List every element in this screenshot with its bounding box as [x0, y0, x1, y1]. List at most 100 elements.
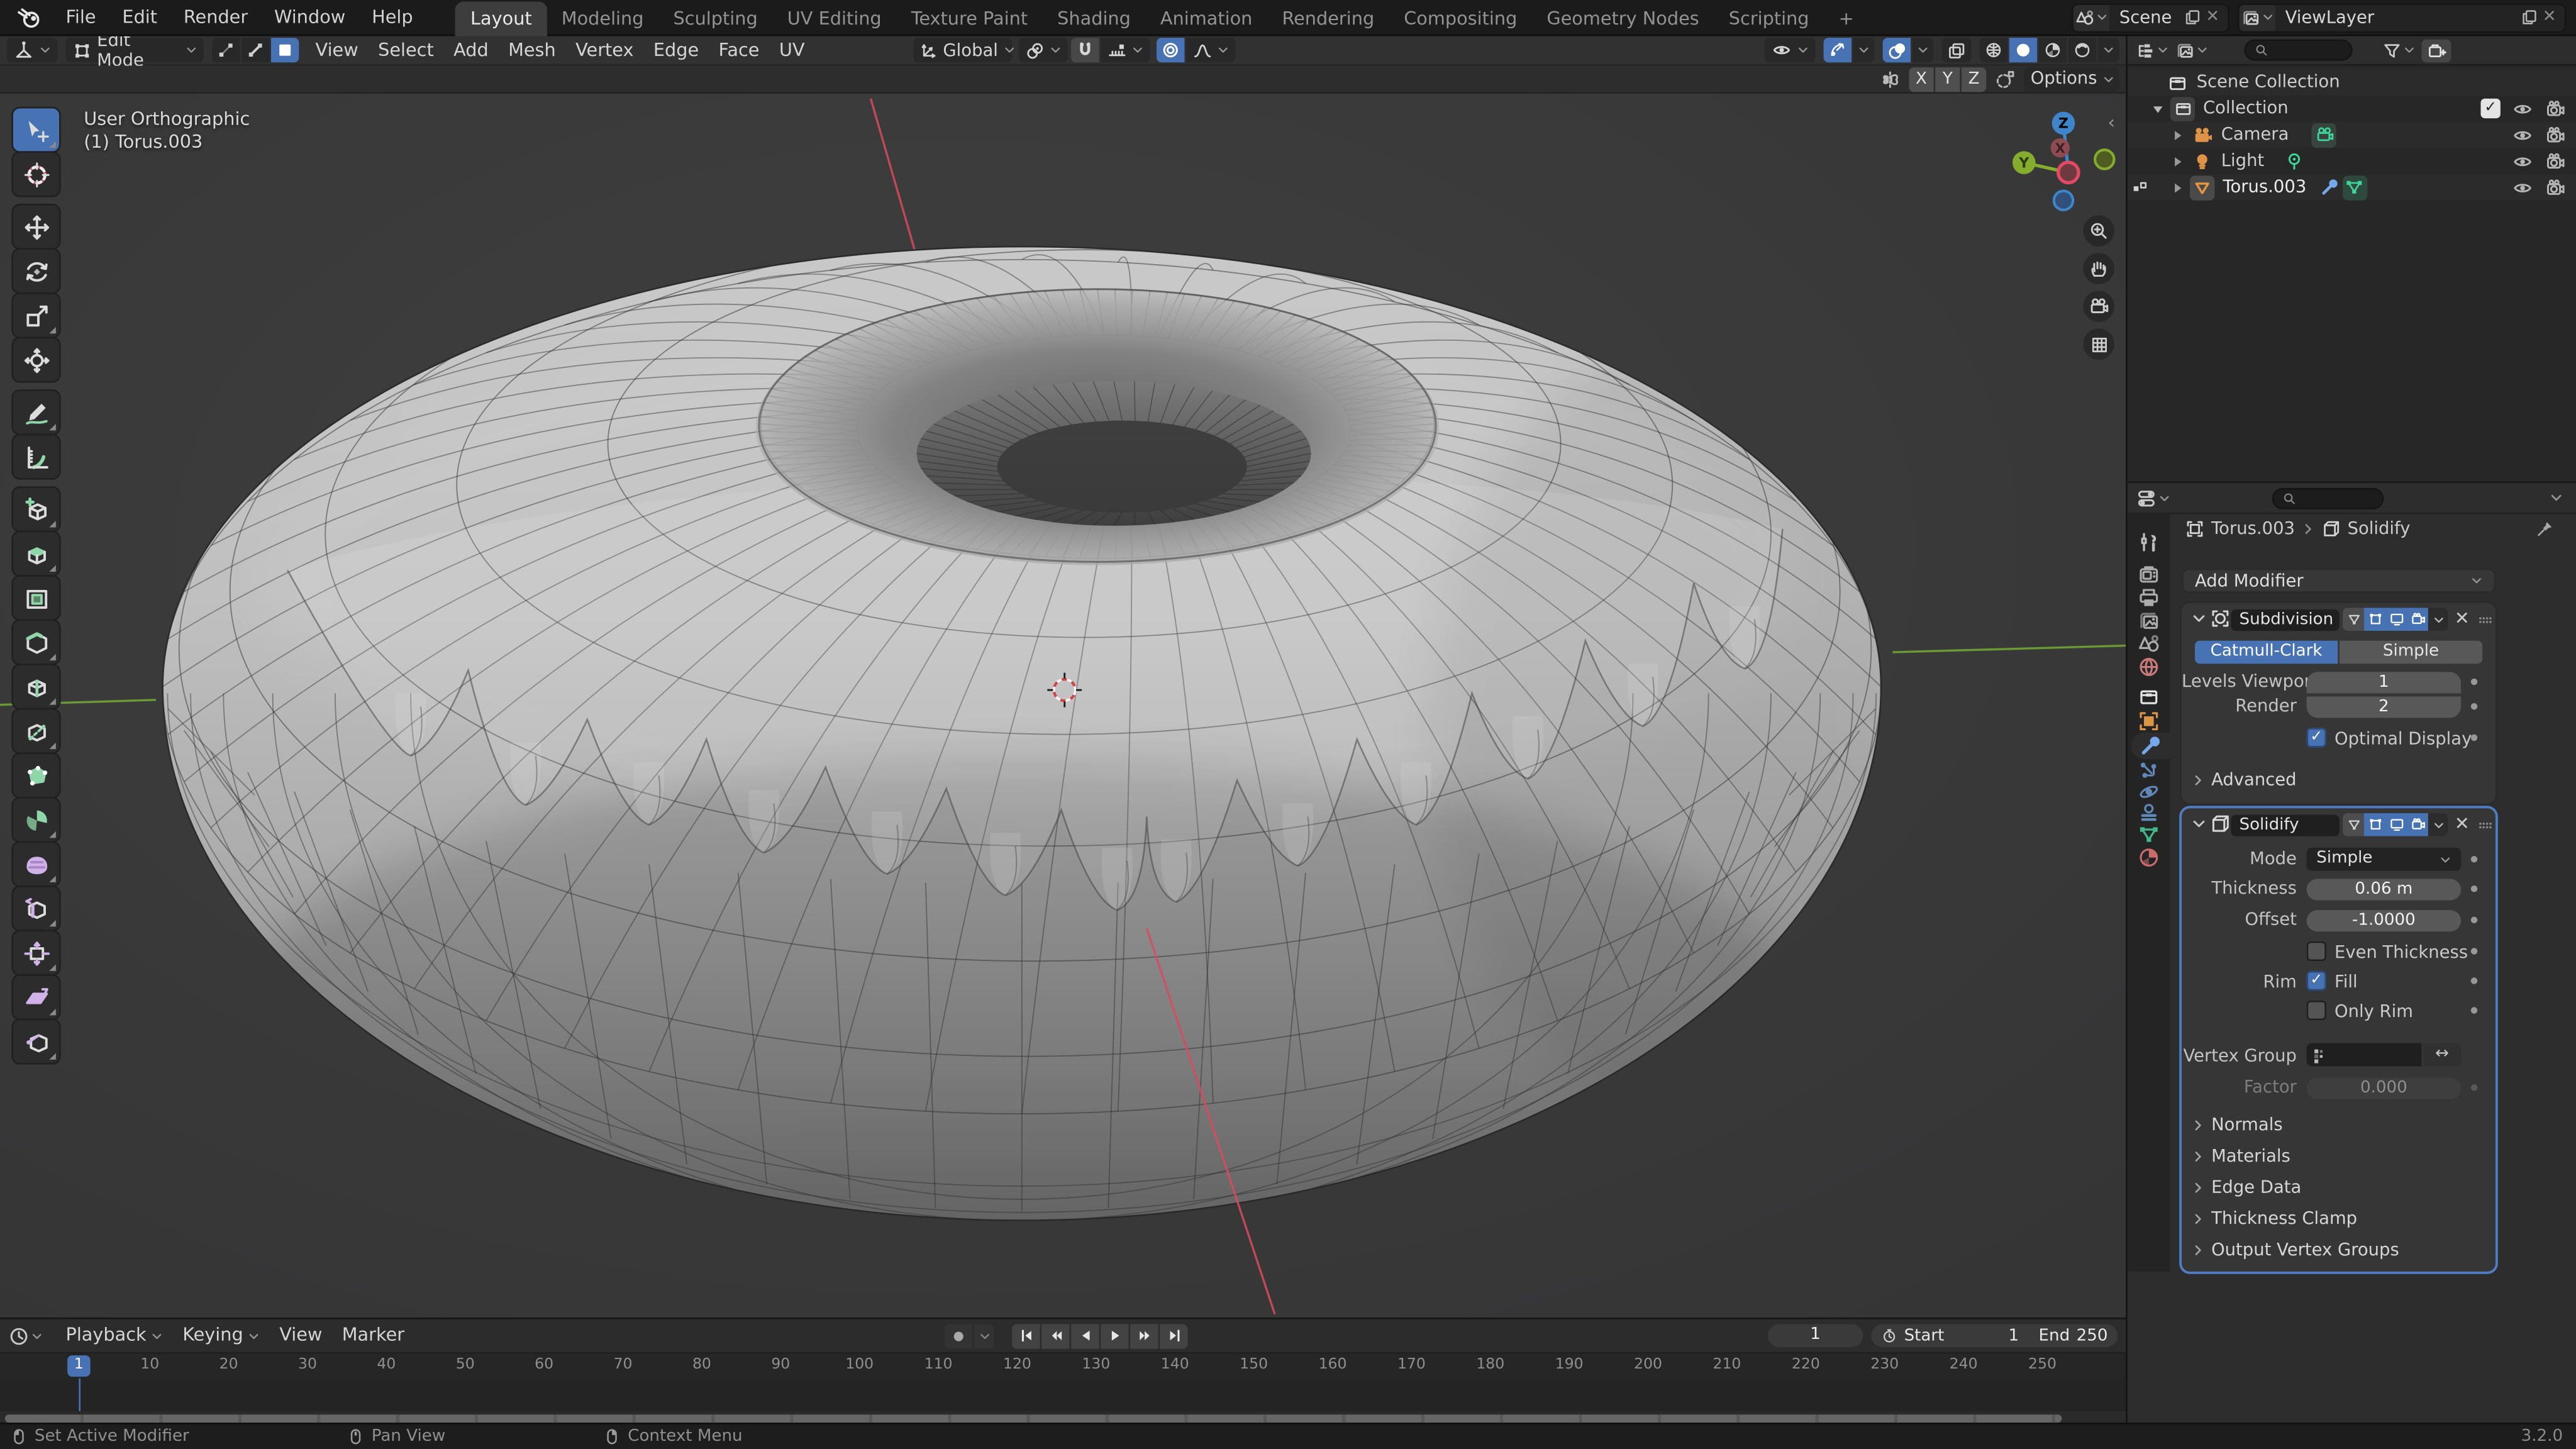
workspace-tab-scripting[interactable]: Scripting: [1714, 1, 1824, 35]
new-scene-button[interactable]: [2183, 8, 2201, 26]
disable-render-icon[interactable]: [2545, 124, 2566, 145]
proportional-edit-button[interactable]: [1157, 38, 1184, 62]
menu-help[interactable]: Help: [358, 0, 426, 35]
tool-cursor-button[interactable]: [13, 153, 59, 196]
animate-decorator[interactable]: [2471, 856, 2477, 862]
properties-tab-object[interactable]: [2128, 708, 2170, 735]
play-reverse-button[interactable]: [1071, 1323, 1099, 1348]
properties-tab-view-layer[interactable]: [2128, 608, 2170, 635]
advanced-section[interactable]: Advanced: [2192, 770, 2297, 790]
shading-wireframe-button[interactable]: [1980, 38, 2007, 62]
animate-decorator[interactable]: [2471, 703, 2477, 709]
timeline-ruler[interactable]: 1020304050607080901001101201301401501601…: [0, 1352, 2126, 1379]
solidify-section-thickness-clamp[interactable]: Thickness Clamp: [2192, 1209, 2357, 1229]
auto-keying-button[interactable]: [945, 1323, 972, 1348]
hide-viewport-icon[interactable]: [2512, 97, 2533, 119]
outliner-row-light[interactable]: Light: [2128, 148, 2576, 174]
tool-edge-slide-button[interactable]: [13, 887, 59, 930]
properties-tab-material[interactable]: [2128, 845, 2170, 871]
viewport-menu-face[interactable]: Face: [709, 35, 769, 65]
render-levels-field[interactable]: 2: [2307, 697, 2462, 718]
viewport-menu-mesh[interactable]: Mesh: [498, 35, 565, 65]
simple-subdiv-button[interactable]: Simple: [2340, 641, 2482, 664]
tool-rotate-button[interactable]: [13, 250, 59, 292]
solidify-mode-dropdown[interactable]: Simple: [2307, 848, 2462, 871]
edit-mode-toggle[interactable]: [2364, 608, 2385, 631]
disable-render-icon[interactable]: [2545, 177, 2566, 198]
realtime-toggle[interactable]: [2385, 608, 2407, 631]
pan-button[interactable]: [2083, 253, 2114, 284]
tool-smooth-button[interactable]: [13, 843, 59, 886]
breadcrumb-modifier[interactable]: Solidify: [2348, 519, 2411, 538]
timeline-menu-keying[interactable]: Keying: [173, 1321, 270, 1350]
workspace-tab-uv-editing[interactable]: UV Editing: [772, 1, 896, 35]
shading-solid-button[interactable]: [2009, 38, 2037, 62]
workspace-tab-compositing[interactable]: Compositing: [1389, 1, 1532, 35]
viewport-menu-view[interactable]: View: [306, 35, 369, 65]
animate-decorator[interactable]: [2471, 917, 2477, 923]
animate-decorator[interactable]: [2471, 1084, 2477, 1091]
animate-decorator[interactable]: [2471, 735, 2477, 741]
properties-tab-modifiers[interactable]: [2131, 733, 2170, 759]
expand-icon[interactable]: [2170, 180, 2185, 195]
modifier-extras-dropdown[interactable]: [2428, 813, 2448, 836]
tool-shear-button[interactable]: [13, 976, 59, 1019]
sidebar-collapse-arrow[interactable]: ‹: [2108, 112, 2116, 133]
solidify-section-normals[interactable]: Normals: [2192, 1116, 2283, 1135]
pin-icon[interactable]: [2535, 519, 2555, 538]
mirror-z-button[interactable]: Z: [1962, 67, 1986, 91]
viewport-menu-add[interactable]: Add: [443, 35, 498, 65]
render-toggle[interactable]: [2407, 608, 2428, 631]
unlink-scene-button[interactable]: ✕: [2206, 8, 2219, 26]
timeline-menu-view[interactable]: View: [270, 1321, 333, 1350]
outliner-search-input[interactable]: [2244, 40, 2352, 61]
camera-view-button[interactable]: [2083, 291, 2114, 322]
collapse-icon[interactable]: [2192, 816, 2207, 831]
drag-handle-icon[interactable]: [2476, 816, 2494, 835]
solidify-section-materials[interactable]: Materials: [2192, 1146, 2290, 1166]
next-keyframe-button[interactable]: [1130, 1323, 1158, 1348]
menu-file[interactable]: File: [53, 0, 109, 35]
on-cage-toggle[interactable]: [2343, 813, 2364, 836]
properties-tab-collection[interactable]: [2128, 684, 2170, 710]
playhead-line[interactable]: [78, 1379, 80, 1411]
remove-modifier-button[interactable]: ✕: [2455, 813, 2470, 836]
animate-decorator[interactable]: [2471, 977, 2477, 984]
face-select-button[interactable]: [271, 38, 299, 62]
breadcrumb-object[interactable]: Torus.003: [2211, 519, 2295, 538]
shading-material-button[interactable]: [2039, 38, 2067, 62]
outliner-filter-dropdown[interactable]: [2382, 40, 2415, 60]
zoom-button[interactable]: [2083, 215, 2114, 247]
jump-to-end-button[interactable]: [1160, 1323, 1187, 1348]
expand-icon[interactable]: [2150, 101, 2165, 116]
only-rim-checkbox[interactable]: [2307, 1001, 2326, 1020]
animate-decorator[interactable]: [2471, 1007, 2477, 1013]
properties-tab-world[interactable]: [2128, 654, 2170, 680]
levels-viewport-field[interactable]: 1: [2307, 672, 2462, 693]
timeline-track[interactable]: [0, 1379, 2126, 1411]
jump-to-start-button[interactable]: [1012, 1323, 1040, 1348]
tool-measure-button[interactable]: [13, 435, 59, 478]
tool-loop-cut-button[interactable]: [13, 665, 59, 708]
orientation-dropdown[interactable]: Global: [913, 38, 1012, 62]
factor-field[interactable]: 0.000: [2307, 1078, 2462, 1099]
shading-dropdown[interactable]: [2098, 38, 2119, 62]
viewport-menu-edge[interactable]: Edge: [643, 35, 709, 65]
modifier-extras-dropdown[interactable]: [2428, 608, 2448, 631]
add-modifier-button[interactable]: Add Modifier: [2182, 569, 2496, 593]
tool-scale-button[interactable]: [13, 294, 59, 337]
tool-inset-faces-button[interactable]: [13, 577, 59, 619]
show-gizmo-button[interactable]: [1824, 38, 1852, 62]
tool-rip-region-button[interactable]: [13, 1020, 59, 1063]
scene-selector[interactable]: Scene ✕: [2072, 3, 2229, 32]
rim-fill-checkbox[interactable]: ✓: [2307, 971, 2326, 991]
workspace-tab-modeling[interactable]: Modeling: [547, 1, 658, 35]
properties-tab-tool[interactable]: [2128, 529, 2170, 555]
workspace-tab-layout[interactable]: Layout: [456, 1, 547, 35]
workspace-tab-shading[interactable]: Shading: [1043, 1, 1146, 35]
properties-tab-scene[interactable]: [2128, 631, 2170, 657]
options-dropdown[interactable]: Options: [2024, 67, 2119, 91]
menu-render[interactable]: Render: [170, 0, 261, 35]
realtime-toggle[interactable]: [2385, 813, 2407, 836]
catmull-clark-button[interactable]: Catmull-Clark: [2195, 641, 2338, 664]
